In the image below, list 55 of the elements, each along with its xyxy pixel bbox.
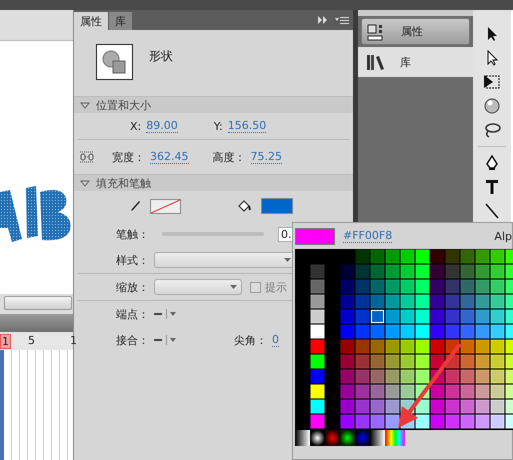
hex-value[interactable]: #FF00F8 <box>343 229 392 243</box>
transform-tool-icon[interactable] <box>483 74 501 90</box>
triangle-icon[interactable] <box>80 100 90 110</box>
field-label: 高度： <box>212 150 246 164</box>
frame-number: 1 <box>70 334 77 347</box>
fill-color-swatch[interactable] <box>261 198 293 214</box>
hint-checkbox[interactable] <box>250 282 261 292</box>
cap-style-picker[interactable] <box>154 309 178 319</box>
section-header[interactable]: 填充和笔触 <box>74 174 353 191</box>
checkbox-label: 提示 <box>265 280 287 294</box>
line-tool-icon[interactable] <box>485 203 499 219</box>
triangle-icon[interactable] <box>80 178 90 188</box>
scrollbar-thumb[interactable] <box>4 296 72 310</box>
panel-tab[interactable]: 库 <box>109 12 132 30</box>
sphere-tool-icon[interactable] <box>483 98 501 114</box>
text-tool-icon[interactable] <box>485 179 499 195</box>
link-icon[interactable] <box>80 151 94 163</box>
width-value[interactable]: 362.45 <box>150 150 188 164</box>
miter-value[interactable]: 0 <box>272 333 279 347</box>
field-label: Y: <box>214 120 223 132</box>
field-label: 端点： <box>116 306 149 322</box>
frame-number: 5 <box>28 334 35 347</box>
collapse-icon[interactable] <box>318 16 328 24</box>
subselect-tool-icon[interactable] <box>485 50 499 66</box>
paint-bucket-icon <box>237 200 251 212</box>
stroke-color-swatch[interactable] <box>150 198 181 214</box>
x-value[interactable]: 89.00 <box>146 119 178 133</box>
pen-tool-icon[interactable] <box>485 155 499 171</box>
arrow-tool-icon[interactable] <box>485 26 499 42</box>
field-label: 样式： <box>116 252 149 268</box>
frame-number: 1 <box>0 334 11 349</box>
menu-icon[interactable] <box>335 16 349 24</box>
field-label: 笔触： <box>116 226 149 242</box>
lasso-icon[interactable] <box>483 122 501 138</box>
dock-item[interactable]: 库 <box>358 47 473 77</box>
color-swatch-grid[interactable] <box>295 249 513 430</box>
join-style-picker[interactable] <box>154 335 178 345</box>
y-value[interactable]: 156.50 <box>228 119 266 133</box>
field-label: 缩放： <box>116 280 149 294</box>
field-label: 尖角： <box>234 332 267 348</box>
section-header[interactable]: 位置和大小 <box>74 96 353 113</box>
caret-icon <box>284 258 291 262</box>
field-label: 接合： <box>116 332 149 348</box>
caret-icon <box>230 285 237 289</box>
field-label: X: <box>130 120 142 132</box>
alpha-label: Alp <box>494 230 512 242</box>
height-value[interactable]: 75.25 <box>250 150 282 164</box>
panel-tab[interactable]: 属性 <box>74 12 108 30</box>
shape-icon <box>96 44 133 80</box>
object-type: 形状 <box>149 48 173 65</box>
dock-item[interactable]: 属性 <box>361 18 470 45</box>
pencil-icon <box>130 200 140 212</box>
field-label: 宽度： <box>112 150 145 164</box>
gradient-swatches[interactable] <box>295 430 405 446</box>
books-icon <box>366 53 386 71</box>
